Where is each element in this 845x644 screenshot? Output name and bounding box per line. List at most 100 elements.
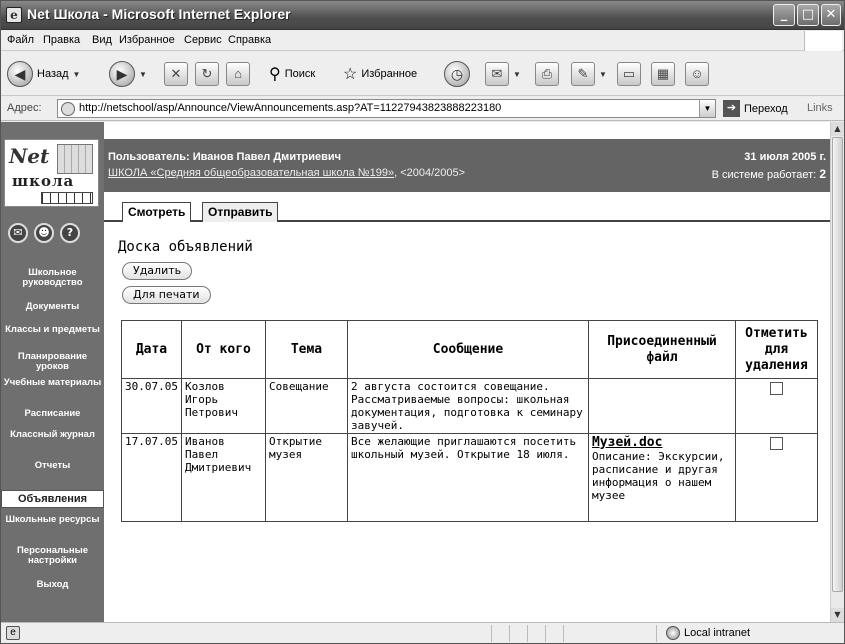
- links-button[interactable]: Links: [807, 102, 833, 114]
- sidebar-item[interactable]: Расписание: [1, 409, 104, 419]
- close-button[interactable]: ✕: [821, 4, 841, 26]
- cell-date: 30.07.05: [121, 378, 182, 434]
- user-name: Пользователь: Иванов Павел Дмитриевич: [108, 151, 341, 163]
- file-description: Описание: Экскурсии, расписание и другая…: [591, 450, 725, 502]
- messenger-icon[interactable]: ☺: [685, 62, 709, 86]
- col-message: Сообщение: [346, 320, 589, 379]
- chevron-down-icon[interactable]: ▼: [513, 70, 521, 79]
- page-title: Доска объявлений: [118, 239, 253, 255]
- search-label: Поиск: [284, 68, 316, 80]
- history-icon[interactable]: ◷: [444, 61, 470, 87]
- minimize-button[interactable]: _: [773, 4, 795, 26]
- scroll-down-icon[interactable]: ▼: [831, 608, 844, 622]
- print-icon[interactable]: ⎙: [535, 62, 559, 86]
- cell-mark: [734, 433, 818, 522]
- current-date: 31 июля 2005 г.: [744, 151, 826, 163]
- cell-topic: Открытие музея: [264, 433, 348, 522]
- title-bar: e Net Школа - Microsoft Internet Explore…: [1, 1, 844, 30]
- forward-button[interactable]: ▶ ▼: [109, 60, 147, 88]
- menu-tools[interactable]: Сервис: [184, 34, 222, 46]
- sidebar: Net школа ✉ ☻ ? Школьное руководство Доку…: [1, 122, 104, 622]
- table-row: 30.07.05 Козлов Игорь Петрович Совещание…: [121, 378, 818, 434]
- intranet-icon: [666, 626, 680, 640]
- file-link[interactable]: Музей.doc: [592, 435, 662, 450]
- sidebar-item[interactable]: Школьное руководство: [1, 268, 104, 288]
- scroll-up-icon[interactable]: ▲: [831, 122, 844, 136]
- page-status-icon: e: [6, 626, 20, 640]
- cell-message: Все желающие приглашаются посетить школь…: [346, 433, 589, 522]
- cell-topic: Совещание: [264, 378, 348, 434]
- sidebar-item[interactable]: Школьные ресурсы: [1, 515, 104, 525]
- vertical-scrollbar[interactable]: ▲ ▼: [830, 122, 844, 622]
- online-label: В системе работает:: [711, 169, 817, 181]
- table-row: 17.07.05 Иванов Павел Дмитриевич Открыти…: [121, 433, 818, 522]
- delete-checkbox[interactable]: [769, 437, 783, 450]
- stop-icon[interactable]: ✕: [164, 62, 188, 86]
- back-arrow-icon: ◀: [7, 61, 33, 87]
- chevron-down-icon[interactable]: ▼: [699, 100, 715, 117]
- sidebar-item[interactable]: Классы и предметы: [1, 325, 104, 335]
- sidebar-item[interactable]: Документы: [1, 302, 104, 312]
- back-button[interactable]: ◀ Назад ▼: [7, 60, 80, 88]
- school-year: , <2004/2005>: [394, 167, 466, 179]
- online-status: В системе работает: 2: [712, 167, 826, 181]
- maximize-button[interactable]: □: [797, 4, 819, 26]
- users-icon[interactable]: ☻: [34, 223, 54, 243]
- discuss-icon[interactable]: ▭: [617, 62, 641, 86]
- home-icon[interactable]: ⌂: [226, 62, 250, 86]
- sidebar-item[interactable]: Учебные материалы: [1, 378, 104, 388]
- chevron-down-icon[interactable]: ▼: [73, 70, 81, 79]
- menu-edit[interactable]: Правка: [43, 34, 80, 46]
- address-url[interactable]: http://netschool/asp/Announce/ViewAnnoun…: [79, 102, 501, 114]
- mail-icon[interactable]: ✉: [485, 62, 509, 86]
- print-button[interactable]: Для печати: [122, 286, 211, 304]
- favorites-button[interactable]: ☆ Избранное: [343, 60, 417, 88]
- cell-mark: [734, 378, 818, 434]
- toolbar: ◀ Назад ▼ ▶ ▼ ✕ ↻ ⌂ ⚲ Поиск ☆ Избранное …: [1, 52, 844, 96]
- sidebar-item[interactable]: Отчеты: [1, 461, 104, 471]
- tab-send[interactable]: Отправить: [202, 202, 279, 222]
- menu-view[interactable]: Вид: [92, 34, 112, 46]
- zone-label: Local intranet: [684, 627, 751, 639]
- mail-icon[interactable]: ✉: [8, 223, 28, 243]
- sidebar-item[interactable]: Выход: [1, 580, 104, 590]
- browser-window: e Net Школа - Microsoft Internet Explore…: [0, 0, 845, 644]
- favorites-label: Избранное: [361, 68, 418, 80]
- main-content: Доска объявлений Удалить Для печати Дата…: [104, 222, 830, 622]
- help-icon[interactable]: ?: [60, 223, 80, 243]
- scroll-thumb[interactable]: [832, 137, 843, 592]
- col-topic: Тема: [264, 320, 348, 379]
- school-info: ШКОЛА «Средняя общеобразовательная школа…: [108, 167, 465, 179]
- sidebar-item[interactable]: Классный журнал: [1, 430, 104, 440]
- delete-button[interactable]: Удалить: [122, 262, 193, 280]
- school-link[interactable]: ШКОЛА «Средняя общеобразовательная школа…: [108, 167, 394, 179]
- delete-checkbox[interactable]: [769, 382, 783, 395]
- sidebar-item[interactable]: Объявления: [1, 490, 104, 508]
- search-icon: ⚲: [269, 66, 281, 83]
- edit-icon[interactable]: ✎: [571, 62, 595, 86]
- go-label: Переход: [744, 102, 788, 115]
- sidebar-item[interactable]: Персональные настройки: [1, 546, 104, 566]
- address-input[interactable]: http://netschool/asp/Announce/ViewAnnoun…: [57, 99, 716, 118]
- menu-help[interactable]: Справка: [228, 34, 271, 46]
- cell-from: Иванов Павел Дмитриевич: [180, 433, 266, 522]
- tab-view[interactable]: Смотреть: [122, 202, 192, 222]
- tab-bar: Смотреть Отправить: [104, 192, 830, 222]
- chevron-down-icon[interactable]: ▼: [139, 70, 147, 79]
- go-arrow-icon: ➔: [723, 100, 740, 117]
- star-icon: ☆: [343, 66, 358, 83]
- status-bar: e Local intranet: [1, 622, 844, 643]
- search-button[interactable]: ⚲ Поиск: [269, 60, 315, 88]
- menu-favorites[interactable]: Избранное: [119, 34, 175, 46]
- online-count: 2: [819, 167, 826, 181]
- grid-icon: [41, 192, 93, 204]
- go-button[interactable]: ➔ Переход: [723, 100, 788, 117]
- chevron-down-icon[interactable]: ▼: [599, 70, 607, 79]
- research-icon[interactable]: ▦: [651, 62, 675, 86]
- page-icon: [61, 102, 75, 116]
- sidebar-item[interactable]: Планирование уроков: [1, 352, 104, 372]
- cell-message: 2 августа состоится совещание. Рассматри…: [346, 378, 589, 434]
- back-label: Назад: [37, 68, 69, 80]
- refresh-icon[interactable]: ↻: [195, 62, 219, 86]
- menu-file[interactable]: Файл: [7, 34, 34, 46]
